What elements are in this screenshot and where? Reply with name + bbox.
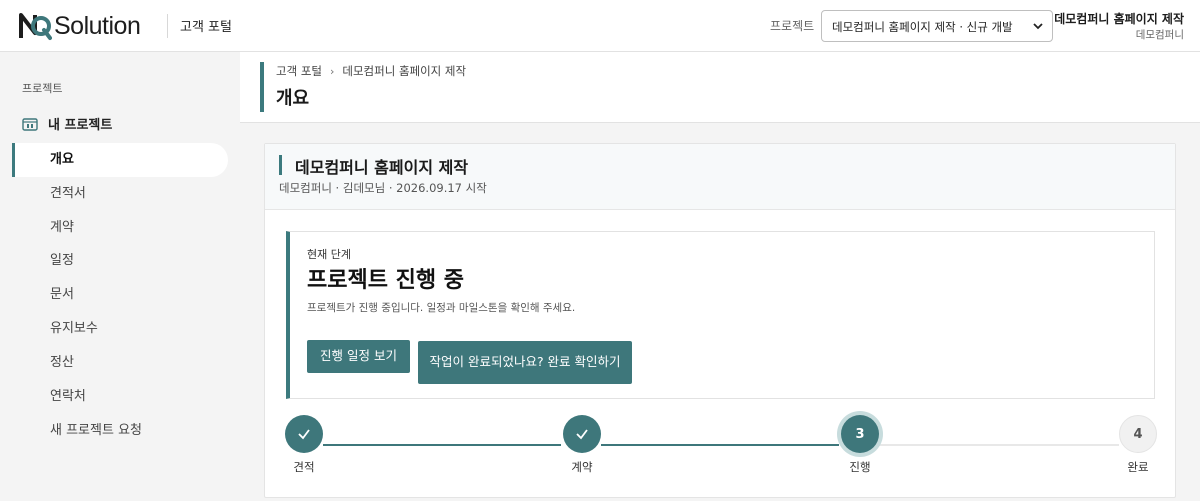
project-select[interactable]: 데모컴퍼니 홈페이지 제작 · 신규 개발	[821, 10, 1053, 42]
step-estimate-circle	[285, 415, 323, 453]
chevron-down-icon	[1033, 23, 1043, 30]
sidebar-item-new-project-request[interactable]: 새 프로젝트 요청	[12, 414, 228, 448]
step-complete-label: 완료	[1127, 460, 1149, 474]
sidebar: 프로젝트 내 프로젝트 개요 견적서 계약 일정 문서 유지보수 정산 연락처 …	[0, 52, 240, 501]
step-estimate-label: 견적	[293, 460, 315, 474]
nq-logo-mark	[19, 13, 52, 40]
stage-description: 프로젝트가 진행 중입니다. 일정과 마일스톤을 확인해 주세요.	[307, 302, 576, 314]
breadcrumb-item-portal[interactable]: 고객 포털	[276, 63, 322, 79]
logo-text: Solution	[54, 11, 141, 40]
step-connector-2	[601, 444, 839, 446]
project-icon	[22, 117, 38, 131]
sidebar-item-settlement[interactable]: 정산	[12, 346, 228, 380]
sidebar-item-contract[interactable]: 계약	[12, 211, 228, 245]
title-accent-bar	[260, 62, 264, 112]
sidebar-item-schedule[interactable]: 일정	[12, 244, 228, 278]
sidebar-section-label: 프로젝트	[22, 82, 63, 95]
check-icon	[298, 429, 310, 440]
step-connector-1	[323, 444, 561, 446]
sidebar-group-my-projects[interactable]: 내 프로젝트	[22, 114, 112, 133]
check-icon	[576, 429, 588, 440]
portal-title: 고객 포털	[180, 20, 232, 35]
top-header: Solution 고객 포털 프로젝트 데모컴퍼니 홈페이지 제작 · 신규 개…	[0, 0, 1200, 52]
breadcrumb-item-project[interactable]: 데모컴퍼니 홈페이지 제작	[342, 63, 466, 79]
user-company: 데모컴퍼니	[1135, 29, 1184, 41]
sidebar-item-overview[interactable]: 개요	[12, 143, 228, 177]
stage-label: 현재 단계	[307, 248, 351, 261]
card-accent-bar	[279, 155, 282, 175]
step-contract-circle	[563, 415, 601, 453]
page-header: 고객 포털 › 데모컴퍼니 홈페이지 제작 개요	[240, 52, 1200, 123]
project-card: 데모컴퍼니 홈페이지 제작 데모컴퍼니 · 김데모님 · 2026.09.17 …	[264, 143, 1176, 498]
sidebar-item-contacts[interactable]: 연락처	[12, 380, 228, 414]
step-connector-3	[879, 444, 1119, 446]
header-divider	[167, 14, 168, 38]
breadcrumb: 고객 포털 › 데모컴퍼니 홈페이지 제작	[276, 63, 466, 79]
chevron-right-icon: ›	[329, 64, 335, 78]
step-progress-label: 진행	[849, 460, 871, 474]
stage-title: 프로젝트 진행 중	[307, 268, 464, 293]
project-title: 데모컴퍼니 홈페이지 제작	[295, 158, 469, 177]
page-title: 개요	[276, 88, 310, 109]
sidebar-item-maintenance[interactable]: 유지보수	[12, 312, 228, 346]
step-progress-circle: 3	[841, 415, 879, 453]
sidebar-item-documents[interactable]: 문서	[12, 278, 228, 312]
step-complete-circle: 4	[1119, 415, 1157, 453]
logo[interactable]: Solution	[18, 11, 141, 41]
view-schedule-button[interactable]: 진행 일정 보기	[307, 340, 410, 373]
confirm-completion-button[interactable]: 작업이 완료되었나요? 완료 확인하기	[418, 341, 632, 384]
project-select-label: 프로젝트	[770, 19, 815, 33]
step-contract-label: 계약	[571, 460, 593, 474]
current-stage-panel: 현재 단계 프로젝트 진행 중 프로젝트가 진행 중입니다. 일정과 마일스톤을…	[286, 231, 1155, 399]
sidebar-item-estimate[interactable]: 견적서	[12, 177, 228, 211]
project-meta: 데모컴퍼니 · 김데모님 · 2026.09.17 시작	[279, 181, 487, 195]
user-name[interactable]: 데모컴퍼니 홈페이지 제작	[1054, 10, 1184, 27]
project-card-header: 데모컴퍼니 홈페이지 제작 데모컴퍼니 · 김데모님 · 2026.09.17 …	[265, 144, 1175, 210]
project-select-value: 데모컴퍼니 홈페이지 제작 · 신규 개발	[832, 20, 1013, 34]
sidebar-group-label: 내 프로젝트	[48, 118, 113, 133]
